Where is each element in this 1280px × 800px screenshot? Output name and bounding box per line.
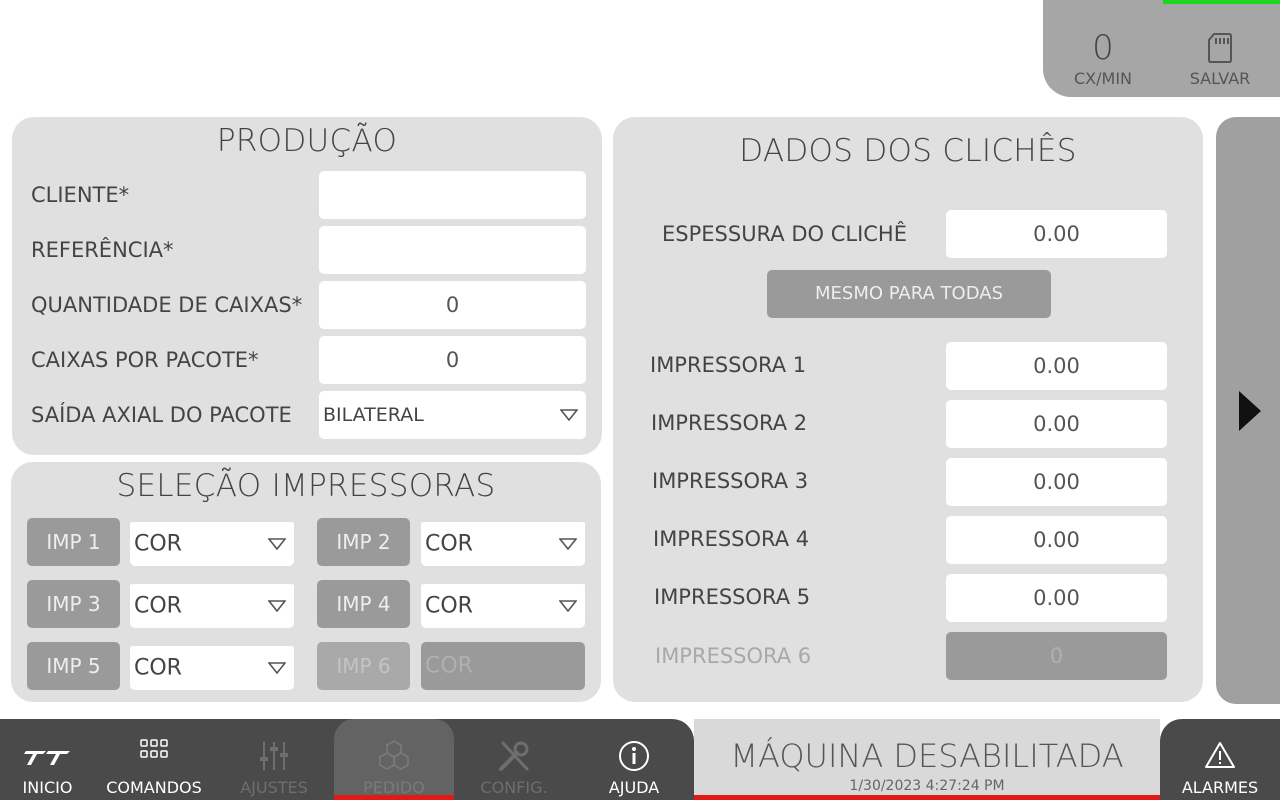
- imp-2-color-select[interactable]: COR: [421, 518, 585, 566]
- imp-5-color-value: COR: [134, 655, 182, 681]
- espessura-input[interactable]: 0.00: [946, 210, 1167, 258]
- nav-inicio[interactable]: INICIO: [0, 719, 95, 800]
- logo-icon: [23, 751, 70, 765]
- nav-ajuda-label: AJUDA: [608, 778, 660, 797]
- cubes-icon: [379, 740, 409, 770]
- imp-4-button[interactable]: IMP 4: [317, 580, 410, 628]
- impressora-1-label: IMPRESSORA 1: [650, 353, 807, 377]
- quantidade-label: QUANTIDADE DE CAIXAS*: [31, 293, 303, 317]
- sd-card-icon: [1208, 33, 1232, 63]
- imp-1-button[interactable]: IMP 1: [27, 518, 120, 566]
- impressora-3-input[interactable]: 0.00: [946, 458, 1167, 506]
- impressora-5-input[interactable]: 0.00: [946, 574, 1167, 622]
- imp-3-color-value: COR: [134, 593, 182, 619]
- imp-2-color-value: COR: [425, 531, 473, 557]
- impressora-6-input: 0: [946, 632, 1167, 680]
- alarms-label: ALARMES: [1181, 778, 1259, 797]
- nav-pedido[interactable]: PEDIDO: [334, 719, 454, 800]
- info-icon: [619, 741, 649, 771]
- warning-icon: [1205, 742, 1235, 768]
- status-indicator-bar: [1163, 0, 1280, 4]
- producao-title: PRODUÇÃO: [216, 123, 398, 159]
- nav-inicio-label: INICIO: [22, 778, 73, 797]
- nav-ajustes-label: AJUSTES: [240, 778, 308, 797]
- rate-value: 0: [1092, 28, 1114, 68]
- saida-label: SAÍDA AXIAL DO PACOTE: [31, 403, 292, 427]
- imp-4-color-select[interactable]: COR: [421, 580, 585, 628]
- impressora-4-label: IMPRESSORA 4: [653, 527, 810, 551]
- nav-ajustes: AJUSTES: [214, 719, 334, 800]
- arrow-right-icon: [1239, 391, 1261, 431]
- referencia-label: REFERÊNCIA*: [31, 238, 174, 262]
- imp-3-button[interactable]: IMP 3: [27, 580, 120, 628]
- imp-3-color-select[interactable]: COR: [130, 580, 294, 628]
- grid-icon: [140, 739, 168, 758]
- saida-value: BILATERAL: [323, 404, 424, 426]
- chevron-down-icon: [268, 600, 286, 612]
- tools-icon: [499, 741, 529, 771]
- imp-6-color-value: COR: [425, 653, 473, 679]
- machine-status-text: MÁQUINA DESABILITADA: [730, 737, 1124, 775]
- nav-ajuda[interactable]: AJUDA: [574, 719, 694, 800]
- nav-config: CONFIG.: [454, 719, 574, 800]
- save-button[interactable]: SALVAR: [1183, 14, 1257, 90]
- imp-2-button[interactable]: IMP 2: [317, 518, 410, 566]
- status-alert-line: [694, 795, 1160, 800]
- impressora-4-input[interactable]: 0.00: [946, 516, 1167, 564]
- cliches-title: DADOS DOS CLICHÊS: [739, 133, 1077, 169]
- imp-4-color-value: COR: [425, 593, 473, 619]
- nav-pedido-label: PEDIDO: [363, 778, 425, 797]
- caixas-pacote-input[interactable]: 0: [319, 336, 586, 384]
- saida-select[interactable]: BILATERAL: [319, 391, 586, 439]
- referencia-input[interactable]: [319, 226, 586, 274]
- espessura-label: ESPESSURA DO CLICHÊ: [662, 222, 907, 246]
- save-label: SALVAR: [1189, 69, 1251, 88]
- status-timestamp: 1/30/2023 4:27:24 PM: [849, 778, 1005, 794]
- imp-5-button[interactable]: IMP 5: [27, 642, 120, 690]
- impressora-5-label: IMPRESSORA 5: [654, 585, 811, 609]
- rate-label: CX/MIN: [1073, 69, 1132, 88]
- sliders-icon: [260, 742, 288, 770]
- impressora-3-label: IMPRESSORA 3: [652, 469, 809, 493]
- caixas-pacote-label: CAIXAS POR PACOTE*: [31, 348, 259, 372]
- cliente-input[interactable]: [319, 171, 586, 219]
- nav-comandos[interactable]: COMANDOS: [100, 719, 208, 800]
- impressora-1-input[interactable]: 0.00: [946, 342, 1167, 390]
- impressora-6-label: IMPRESSORA 6: [655, 644, 812, 668]
- nav-comandos-label: COMANDOS: [106, 778, 202, 797]
- imp-5-color-select[interactable]: COR: [130, 642, 294, 690]
- next-page-button[interactable]: [1216, 117, 1280, 704]
- chevron-down-icon: [268, 662, 286, 674]
- imp-1-color-value: COR: [134, 531, 182, 557]
- imp-6-button: IMP 6: [317, 642, 410, 690]
- alarms-button[interactable]: ALARMES: [1160, 719, 1280, 800]
- imp-6-color-select: COR: [421, 642, 585, 690]
- quantidade-input[interactable]: 0: [319, 281, 586, 329]
- impressora-2-label: IMPRESSORA 2: [651, 411, 808, 435]
- chevron-down-icon: [560, 409, 578, 421]
- selecao-title: SELEÇÃO IMPRESSORAS: [116, 468, 496, 504]
- cliente-label: CLIENTE*: [31, 183, 130, 207]
- impressora-2-input[interactable]: 0.00: [946, 400, 1167, 448]
- chevron-down-icon: [559, 538, 577, 550]
- chevron-down-icon: [268, 538, 286, 550]
- imp-1-color-select[interactable]: COR: [130, 518, 294, 566]
- nav-config-label: CONFIG.: [480, 778, 548, 797]
- same-for-all-button[interactable]: MESMO PARA TODAS: [767, 270, 1051, 318]
- chevron-down-icon: [559, 600, 577, 612]
